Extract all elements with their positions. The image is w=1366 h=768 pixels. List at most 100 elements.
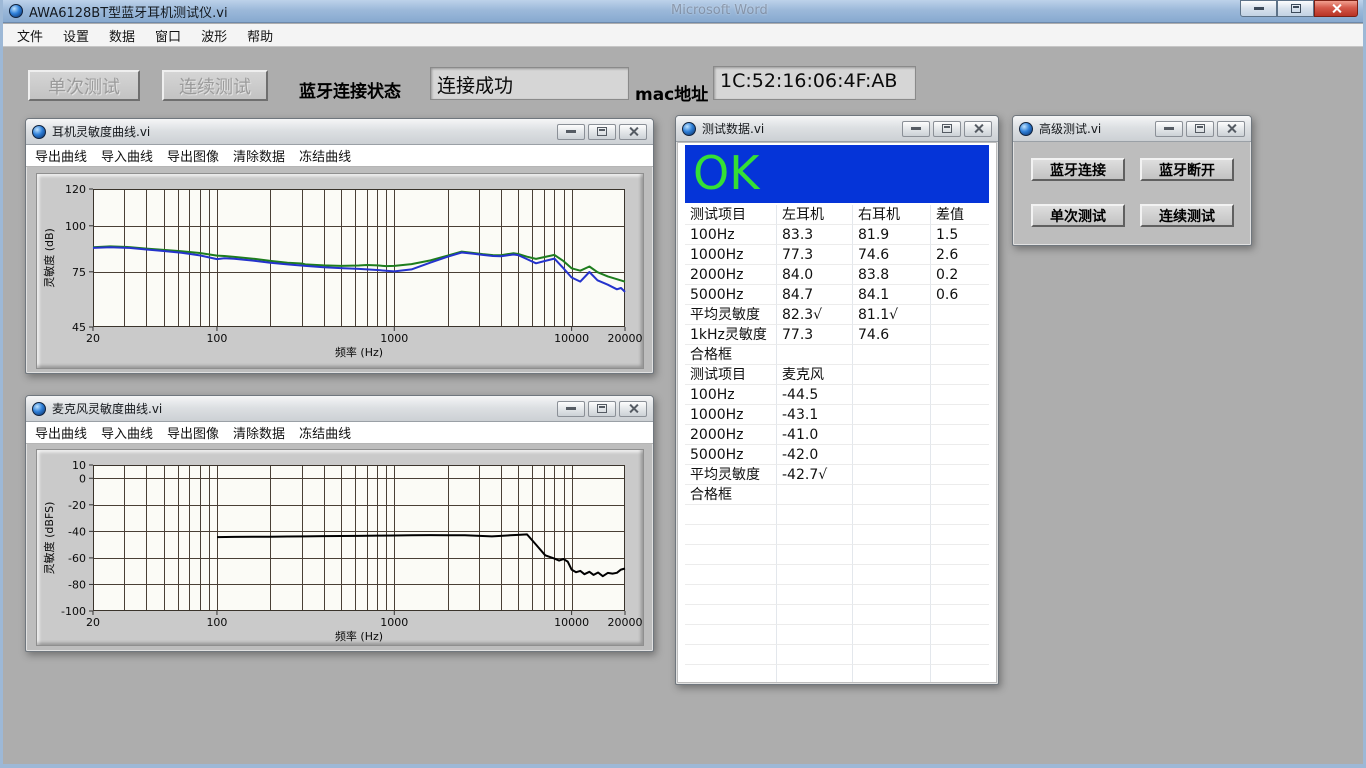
bt-connect-button[interactable]: 蓝牙连接 — [1031, 158, 1125, 181]
table-row: 1kHz灵敏度77.374.6 — [685, 325, 989, 345]
table-cell: 平均灵敏度 — [685, 305, 777, 325]
close-button[interactable] — [1217, 121, 1245, 137]
minimize-button[interactable] — [1240, 0, 1277, 17]
plot-area[interactable] — [93, 189, 625, 327]
main-titlebar[interactable]: AWA6128BT型蓝牙耳机测试仪.vi Microsoft Word — [3, 0, 1363, 23]
table-cell: 5000Hz — [685, 445, 777, 465]
close-icon — [628, 126, 639, 137]
mic-window-menubar: 导出曲线导入曲线导出图像清除数据冻结曲线 — [26, 422, 653, 444]
continuous-test-button[interactable]: 连续测试 — [162, 70, 268, 101]
table-cell — [777, 585, 853, 605]
table-cell — [685, 525, 777, 545]
chart-svg: 20100100010000200001201007545频率 (Hz)灵敏度 … — [37, 174, 645, 370]
headphone-sensitivity-chart[interactable]: 20100100010000200001201007545频率 (Hz)灵敏度 … — [36, 173, 644, 369]
menu-item[interactable]: 数据 — [99, 23, 145, 48]
menu-item[interactable]: 冻结曲线 — [292, 421, 358, 444]
restore-button[interactable] — [588, 401, 616, 417]
svg-text:10000: 10000 — [554, 616, 589, 629]
restore-icon — [1291, 4, 1301, 13]
table-cell — [853, 485, 931, 505]
test-data-titlebar[interactable]: 测试数据.vi — [676, 116, 998, 142]
single-test-button[interactable]: 单次测试 — [1031, 204, 1125, 227]
close-icon — [628, 403, 639, 414]
close-icon — [1226, 123, 1237, 134]
svg-text:20000: 20000 — [608, 332, 643, 345]
continuous-test-button[interactable]: 连续测试 — [1140, 204, 1234, 227]
table-cell — [853, 425, 931, 445]
vi-icon — [32, 402, 46, 416]
table-cell — [931, 325, 989, 345]
table-cell — [685, 605, 777, 625]
x-axis-title: 频率 (Hz) — [335, 345, 383, 359]
table-cell: -42.7√ — [777, 465, 853, 485]
menu-item[interactable]: 波形 — [191, 23, 237, 48]
table-cell — [685, 625, 777, 645]
menu-item[interactable]: 导出曲线 — [28, 144, 94, 167]
menu-item[interactable]: 导出图像 — [160, 421, 226, 444]
table-cell: 1kHz灵敏度 — [685, 325, 777, 345]
headphone-window-titlebar[interactable]: 耳机灵敏度曲线.vi — [26, 119, 653, 145]
table-cell: -43.1 — [777, 405, 853, 425]
minimize-button[interactable] — [557, 124, 585, 140]
table-cell — [777, 565, 853, 585]
menu-item[interactable]: 导入曲线 — [94, 144, 160, 167]
table-cell — [777, 665, 853, 682]
table-cell — [853, 445, 931, 465]
table-cell: 合格框 — [685, 485, 777, 505]
table-row: 100Hz-44.5 — [685, 385, 989, 405]
close-button[interactable] — [619, 124, 647, 140]
table-header-row: 测试项目左耳机右耳机差值 — [685, 205, 989, 225]
close-button[interactable] — [619, 401, 647, 417]
restore-button[interactable] — [933, 121, 961, 137]
close-button[interactable] — [964, 121, 992, 137]
bt-disconnect-button[interactable]: 蓝牙断开 — [1140, 158, 1234, 181]
table-row: 测试项目麦克风 — [685, 365, 989, 385]
restore-button[interactable] — [588, 124, 616, 140]
table-cell — [685, 665, 777, 682]
restore-button[interactable] — [1186, 121, 1214, 137]
svg-text:10: 10 — [72, 459, 86, 472]
main-window-controls — [1240, 0, 1358, 17]
close-button[interactable] — [1314, 0, 1358, 17]
menu-item[interactable]: 导出曲线 — [28, 421, 94, 444]
advanced-test-window: 高级测试.vi 蓝牙连接 蓝牙断开 单次测试 连续测试 — [1012, 115, 1252, 246]
table-cell: 右耳机 — [853, 205, 931, 225]
menu-item[interactable]: 设置 — [53, 23, 99, 48]
restore-button[interactable] — [1277, 0, 1314, 17]
minimize-button[interactable] — [557, 401, 585, 417]
table-cell: 84.1 — [853, 285, 931, 305]
minimize-button[interactable] — [1155, 121, 1183, 137]
table-cell: -42.0 — [777, 445, 853, 465]
mic-sensitivity-chart[interactable]: 2010010001000020000100-20-40-60-80-100频率… — [36, 449, 644, 646]
table-cell: 84.7 — [777, 285, 853, 305]
menu-item[interactable]: 文件 — [7, 23, 53, 48]
plot-area[interactable] — [93, 465, 625, 611]
bt-status-field[interactable]: 连接成功 — [430, 67, 629, 100]
table-cell — [853, 545, 931, 565]
minimize-button[interactable] — [902, 121, 930, 137]
table-row: 5000Hz-42.0 — [685, 445, 989, 465]
menu-item[interactable]: 帮助 — [237, 23, 283, 48]
menu-item[interactable]: 导入曲线 — [94, 421, 160, 444]
svg-text:20000: 20000 — [608, 616, 643, 629]
table-cell — [853, 365, 931, 385]
table-empty-row — [685, 545, 989, 565]
menu-item[interactable]: 清除数据 — [226, 421, 292, 444]
advanced-test-titlebar[interactable]: 高级测试.vi — [1013, 116, 1251, 142]
mac-address-field[interactable]: 1C:52:16:06:4F:AB — [713, 66, 916, 100]
table-cell: 2.6 — [931, 245, 989, 265]
single-test-button[interactable]: 单次测试 — [28, 70, 140, 101]
menu-item[interactable]: 冻结曲线 — [292, 144, 358, 167]
main-window: AWA6128BT型蓝牙耳机测试仪.vi Microsoft Word 文件设置… — [0, 0, 1366, 768]
table-cell: 差值 — [931, 205, 989, 225]
menu-item[interactable]: 窗口 — [145, 23, 191, 48]
table-cell: -44.5 — [777, 385, 853, 405]
table-cell — [931, 525, 989, 545]
svg-text:-60: -60 — [68, 552, 86, 565]
svg-text:-40: -40 — [68, 525, 86, 538]
menu-item[interactable]: 导出图像 — [160, 144, 226, 167]
table-row: 合格框 — [685, 345, 989, 365]
table-cell: 测试项目 — [685, 365, 777, 385]
mic-window-titlebar[interactable]: 麦克风灵敏度曲线.vi — [26, 396, 653, 422]
menu-item[interactable]: 清除数据 — [226, 144, 292, 167]
